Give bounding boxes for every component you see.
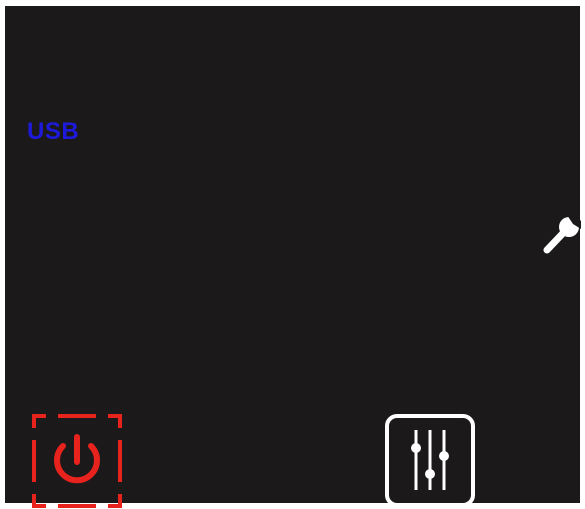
wrench-icon: [543, 215, 581, 254]
power-button[interactable]: [30, 412, 124, 509]
usb-source-label: USB: [27, 118, 80, 145]
wrench-button[interactable]: [542, 212, 582, 256]
sliders-icon: [385, 414, 475, 507]
device-screen: USB: [5, 6, 582, 508]
power-icon: [32, 414, 122, 508]
settings-button[interactable]: [383, 412, 477, 509]
